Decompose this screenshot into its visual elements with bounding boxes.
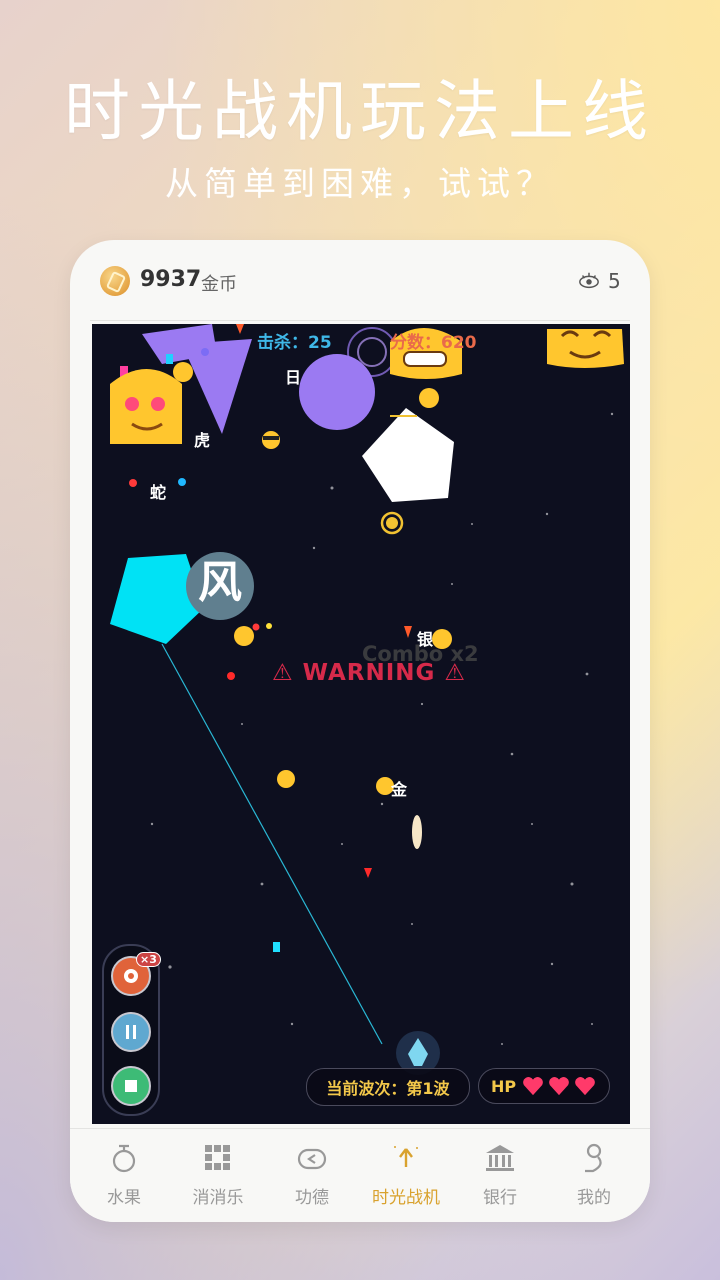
grid-icon [205, 1145, 230, 1170]
tab-label: 功德 [295, 1188, 329, 1208]
score-counter: 分数：620 [390, 333, 477, 353]
bottom-tab-bar: 水果 消消乐 功德 时光战机 银行 我的 [70, 1128, 650, 1222]
fruit-icon [112, 1144, 136, 1173]
tab-label: 我的 [577, 1188, 611, 1208]
bomb-count-badge: ×3 [136, 952, 161, 967]
tab-bank[interactable]: 银行 [452, 1129, 548, 1222]
heart-icon [549, 1077, 569, 1096]
promo-headline: 时光战机玩法上线 [64, 73, 656, 150]
divider [90, 320, 630, 321]
char-enemy: 金 [391, 780, 408, 799]
phone-frame: 9937 金币 5 击杀：25 分数：620 风 日 虎 蛇 银 金 Combo… [70, 240, 650, 1222]
coin-count: 9937 [140, 267, 202, 292]
woodfish-icon [297, 1148, 327, 1170]
tab-time-fighter[interactable]: 时光战机 [358, 1129, 454, 1222]
tab-match[interactable]: 消消乐 [170, 1129, 266, 1222]
hp-indicator: HP [478, 1068, 610, 1104]
tab-label: 水果 [107, 1188, 141, 1208]
big-char-enemy: 风 [198, 557, 242, 608]
char-enemy: 蛇 [150, 483, 167, 502]
top-bar: 9937 金币 5 [70, 240, 650, 320]
tab-merit[interactable]: 功德 [264, 1129, 360, 1222]
heart-icon [523, 1077, 543, 1096]
coin-unit: 金币 [201, 274, 237, 295]
plane-icon [394, 1146, 418, 1167]
game-canvas[interactable]: 击杀：25 分数：620 风 日 虎 蛇 银 金 Combo x2 ⚠ WARN… [92, 324, 630, 1124]
hp-label: HP [491, 1076, 517, 1096]
starfield [110, 324, 624, 1075]
bank-icon [486, 1145, 514, 1171]
char-enemy: 日 [285, 368, 302, 387]
view-icon [579, 272, 599, 289]
tab-label: 消消乐 [192, 1188, 244, 1208]
pause-button[interactable] [111, 1012, 151, 1052]
view-count: 5 [608, 269, 621, 293]
promo-subline: 从简单到困难，试试？ [165, 164, 555, 203]
stop-icon [125, 1080, 137, 1092]
warning-text: ⚠ WARNING ⚠ [272, 660, 467, 686]
pause-icon [126, 1025, 136, 1039]
stop-button[interactable] [111, 1066, 151, 1106]
char-enemy: 虎 [194, 431, 211, 450]
wave-indicator: 当前波次：第1波 [306, 1068, 470, 1106]
heart-icon [575, 1077, 595, 1096]
tab-label: 时光战机 [372, 1188, 440, 1208]
tab-label: 银行 [483, 1188, 517, 1208]
control-panel: ×3 [102, 944, 161, 1116]
user-icon [585, 1143, 602, 1173]
tab-profile[interactable]: 我的 [546, 1129, 642, 1222]
tab-fruit[interactable]: 水果 [76, 1129, 172, 1222]
coin-icon [100, 266, 130, 296]
kill-counter: 击杀：25 [257, 333, 332, 353]
